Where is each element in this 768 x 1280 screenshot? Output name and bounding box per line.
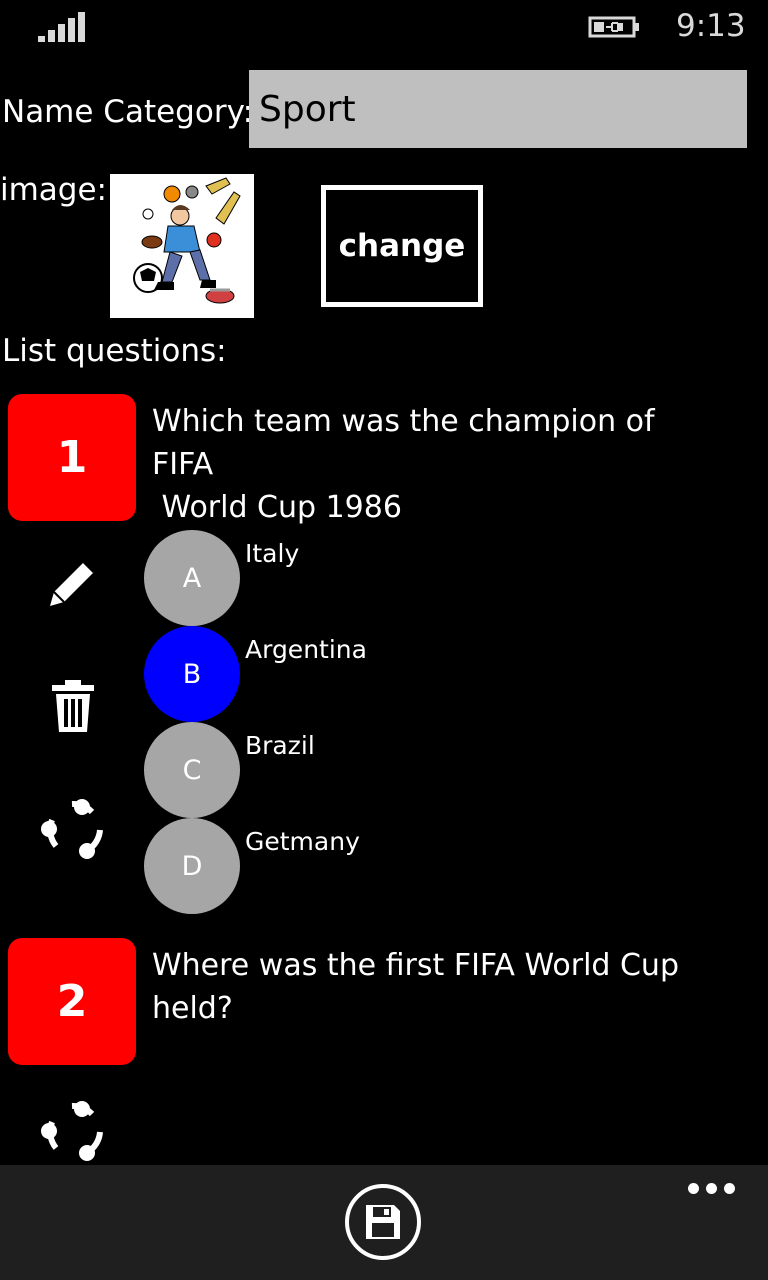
share-icon[interactable] bbox=[38, 796, 108, 862]
signal-strength-icon bbox=[38, 12, 86, 42]
app-bar bbox=[0, 1165, 768, 1280]
option-c-text: Brazil bbox=[245, 731, 315, 760]
category-image bbox=[110, 174, 254, 318]
clock: 9:13 bbox=[676, 8, 746, 44]
battery-charging-icon bbox=[588, 16, 639, 38]
image-label: image: bbox=[0, 172, 108, 208]
save-icon bbox=[366, 1205, 400, 1239]
option-a-text: Italy bbox=[245, 539, 300, 568]
option-c-button[interactable]: C bbox=[144, 722, 240, 818]
option-b-button[interactable]: B bbox=[144, 626, 240, 722]
question-number-badge[interactable]: 2 bbox=[8, 938, 136, 1065]
trash-icon[interactable] bbox=[50, 678, 96, 734]
change-image-button[interactable]: change bbox=[321, 185, 483, 307]
option-d-text: Getmany bbox=[245, 827, 360, 856]
pencil-icon[interactable] bbox=[44, 556, 100, 612]
name-category-label: Name Category: bbox=[2, 94, 254, 130]
category-name-input[interactable] bbox=[249, 70, 747, 148]
question-text: Where was the first FIFA World Cup held? bbox=[152, 948, 679, 1026]
share-icon[interactable] bbox=[38, 1098, 108, 1164]
option-d-button[interactable]: D bbox=[144, 818, 240, 914]
question-text: Which team was the champion of FIFA Worl… bbox=[152, 404, 655, 525]
option-a-button[interactable]: A bbox=[144, 530, 240, 626]
list-questions-label: List questions: bbox=[2, 333, 227, 369]
question-number-badge[interactable]: 1 bbox=[8, 394, 136, 521]
more-icon[interactable] bbox=[686, 1181, 736, 1195]
option-b-text: Argentina bbox=[245, 635, 367, 664]
save-button[interactable] bbox=[345, 1184, 421, 1260]
